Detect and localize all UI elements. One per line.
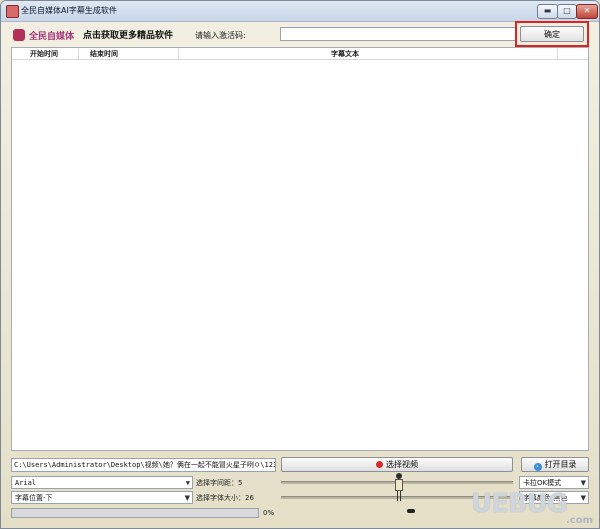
logo-text: 全民自媒体 [29,32,75,42]
select-video-button[interactable]: 选择视频 [281,457,513,472]
watermark-logo: UEBUG [471,489,568,519]
column-divider[interactable] [178,48,179,59]
title-bar[interactable]: 全民自媒体AI字幕生成软件 ▬ □ ✕ [1,1,599,22]
app-icon [6,5,19,18]
figure-legs [397,491,401,501]
karaoke-select-value: 卡拉OK模式 [523,479,562,487]
open-directory-button[interactable]: › 打开目录 [521,457,589,472]
chevron-down-icon: ▼ [184,494,190,502]
select-video-label: 选择视频 [386,460,418,469]
watermark-domain: .com [565,515,593,526]
font-size-label: 选择字体大小：26 [196,494,254,502]
progress-percent: 0% [263,509,275,517]
watermark: UEBUG .com [471,487,597,527]
column-divider[interactable] [557,48,558,59]
open-directory-label: 打开目录 [544,460,577,469]
video-path-field[interactable]: C:\Users\Administrator\Desktop\视频\她？俩在一起… [11,458,276,472]
figure-body [395,479,403,491]
table-header: 开始时间 结束时间 字幕文本 [12,48,588,60]
font-select[interactable]: Arial ▼ [11,476,193,489]
progress-bar [11,508,259,518]
column-start-time[interactable]: 开始时间 [30,49,58,59]
maximize-button[interactable]: □ [557,4,577,19]
arrow-right-icon: › [533,463,542,471]
letter-spacing-label: 选择字间距：5 [196,479,243,487]
font-select-value: Arial [15,479,37,487]
ok-button[interactable]: 确定 [520,26,584,42]
more-software-link[interactable]: 点击获取更多精品软件 [83,28,173,41]
column-subtitle-text[interactable]: 字幕文本 [331,49,359,59]
app-window: 全民自媒体AI字幕生成软件 ▬ □ ✕ 全民自媒体 点击获取更多精品软件 请输入… [0,0,600,529]
minimize-button[interactable]: ▬ [537,4,558,19]
position-select-value: 字幕位置-下 [15,494,53,502]
close-button[interactable]: ✕ [576,4,598,19]
column-divider[interactable] [78,48,79,59]
window-title: 全民自媒体AI字幕生成软件 [21,6,117,15]
activation-code-input[interactable] [280,27,516,41]
subtitle-position-select[interactable]: 字幕位置-下 ▼ [11,491,193,504]
column-end-time[interactable]: 结束时间 [90,49,118,59]
chevron-down-icon: ▼ [185,479,190,487]
activation-code-label: 请输入激活码: [195,31,246,40]
decorative-dog-icon [407,509,415,513]
add-icon [376,461,383,468]
logo-icon [13,29,25,41]
slider-thumb-figure[interactable] [393,473,405,503]
subtitle-table[interactable]: 开始时间 结束时间 字幕文本 [11,47,589,451]
